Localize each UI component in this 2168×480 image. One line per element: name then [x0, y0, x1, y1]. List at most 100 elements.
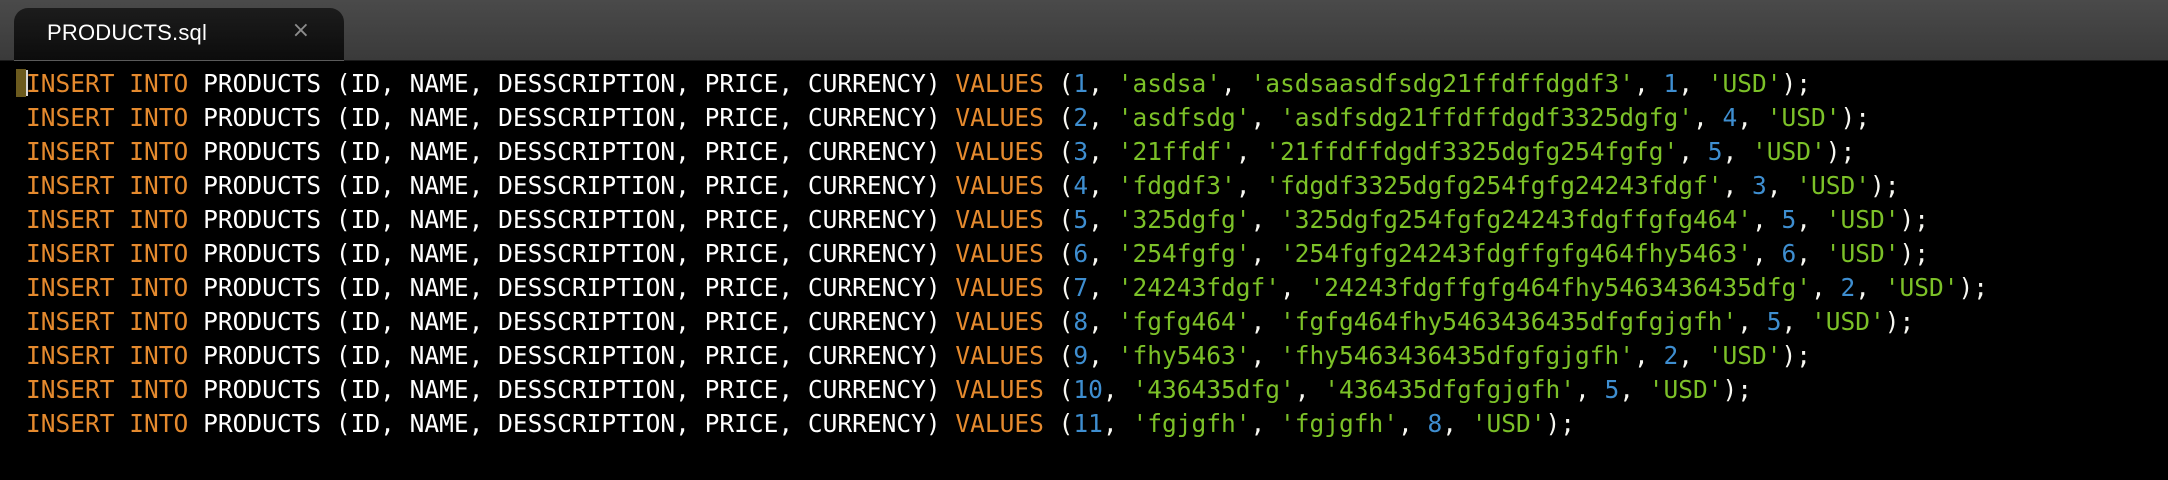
- value-currency: 'USD': [1825, 239, 1900, 268]
- keyword-values: VALUES: [955, 69, 1044, 98]
- code-line: INSERT INTO PRODUCTS (ID, NAME, DESSCRIP…: [26, 409, 1576, 438]
- table-name: PRODUCTS: [203, 103, 322, 132]
- value-id: 8: [1073, 307, 1089, 336]
- keyword-insert: INSERT: [26, 137, 115, 166]
- column-list: (ID, NAME, DESSCRIPTION, PRICE, CURRENCY…: [335, 375, 941, 404]
- code-line: INSERT INTO PRODUCTS (ID, NAME, DESSCRIP…: [26, 307, 1915, 336]
- keyword-values: VALUES: [955, 205, 1044, 234]
- table-name: PRODUCTS: [203, 205, 322, 234]
- value-description: '325dgfg254fgfg24243fdgffgfg464': [1279, 205, 1752, 234]
- keyword-insert: INSERT: [26, 409, 115, 438]
- code-line: INSERT INTO PRODUCTS (ID, NAME, DESSCRIP…: [26, 273, 1989, 302]
- table-name: PRODUCTS: [203, 137, 322, 166]
- code-line: INSERT INTO PRODUCTS (ID, NAME, DESSCRIP…: [26, 375, 1753, 404]
- close-icon[interactable]: ×: [292, 19, 310, 43]
- keyword-into: INTO: [129, 307, 189, 336]
- value-description: '436435dfgfgjgfh': [1324, 375, 1575, 404]
- table-name: PRODUCTS: [203, 341, 322, 370]
- value-name: 'fdgdf3': [1117, 171, 1236, 200]
- value-name: '325dgfg': [1117, 205, 1251, 234]
- current-line-marker: [16, 69, 26, 97]
- value-name: '254fgfg': [1117, 239, 1251, 268]
- tab-bar: PRODUCTS.sql ×: [0, 0, 2168, 61]
- value-name: '21ffdf': [1117, 137, 1236, 166]
- value-name: 'asdsa': [1117, 69, 1221, 98]
- keyword-values: VALUES: [955, 341, 1044, 370]
- value-id: 10: [1073, 375, 1103, 404]
- value-id: 1: [1073, 69, 1089, 98]
- sql-code[interactable]: INSERT INTO PRODUCTS (ID, NAME, DESSCRIP…: [26, 67, 1988, 441]
- code-editor[interactable]: INSERT INTO PRODUCTS (ID, NAME, DESSCRIP…: [0, 61, 2168, 480]
- value-currency: 'USD': [1884, 273, 1959, 302]
- value-price: 6: [1781, 239, 1797, 268]
- value-price: 4: [1722, 103, 1738, 132]
- value-price: 2: [1840, 273, 1856, 302]
- keyword-insert: INSERT: [26, 103, 115, 132]
- value-id: 3: [1073, 137, 1089, 166]
- value-price: 5: [1766, 307, 1782, 336]
- column-list: (ID, NAME, DESSCRIPTION, PRICE, CURRENCY…: [335, 341, 941, 370]
- column-list: (ID, NAME, DESSCRIPTION, PRICE, CURRENCY…: [335, 239, 941, 268]
- value-name: 'fgjgfh': [1132, 409, 1251, 438]
- keyword-values: VALUES: [955, 375, 1044, 404]
- value-id: 11: [1073, 409, 1103, 438]
- value-description: 'fgjgfh': [1279, 409, 1398, 438]
- value-currency: 'USD': [1796, 171, 1871, 200]
- keyword-insert: INSERT: [26, 205, 115, 234]
- keyword-insert: INSERT: [26, 171, 115, 200]
- value-price: 8: [1427, 409, 1443, 438]
- column-list: (ID, NAME, DESSCRIPTION, PRICE, CURRENCY…: [335, 137, 941, 166]
- keyword-into: INTO: [129, 239, 189, 268]
- keyword-into: INTO: [129, 273, 189, 302]
- value-description: '21ffdffdgdf3325dgfg254fgfg': [1265, 137, 1679, 166]
- value-description: 'fdgdf3325dgfg254fgfg24243fdgf': [1265, 171, 1723, 200]
- tab-products-sql[interactable]: PRODUCTS.sql ×: [14, 8, 344, 61]
- keyword-into: INTO: [129, 137, 189, 166]
- value-id: 9: [1073, 341, 1089, 370]
- keyword-into: INTO: [129, 103, 189, 132]
- code-line: INSERT INTO PRODUCTS (ID, NAME, DESSCRIP…: [26, 137, 1856, 166]
- value-description: 'asdfsdg21ffdffdgdf3325dgfg': [1279, 103, 1693, 132]
- table-name: PRODUCTS: [203, 273, 322, 302]
- keyword-into: INTO: [129, 375, 189, 404]
- keyword-values: VALUES: [955, 137, 1044, 166]
- keyword-into: INTO: [129, 171, 189, 200]
- keyword-values: VALUES: [955, 273, 1044, 302]
- value-name: 'fhy5463': [1117, 341, 1251, 370]
- table-name: PRODUCTS: [203, 375, 322, 404]
- value-price: 3: [1752, 171, 1767, 200]
- value-name: '436435dfg': [1132, 375, 1295, 404]
- value-currency: 'USD': [1766, 103, 1841, 132]
- keyword-insert: INSERT: [26, 375, 115, 404]
- table-name: PRODUCTS: [203, 171, 322, 200]
- table-name: PRODUCTS: [203, 239, 322, 268]
- value-currency: 'USD': [1707, 341, 1782, 370]
- column-list: (ID, NAME, DESSCRIPTION, PRICE, CURRENCY…: [335, 273, 941, 302]
- table-name: PRODUCTS: [203, 409, 322, 438]
- column-list: (ID, NAME, DESSCRIPTION, PRICE, CURRENCY…: [335, 103, 941, 132]
- value-id: 5: [1073, 205, 1089, 234]
- keyword-insert: INSERT: [26, 307, 115, 336]
- code-line: INSERT INTO PRODUCTS (ID, NAME, DESSCRIP…: [26, 103, 1871, 132]
- code-line: INSERT INTO PRODUCTS (ID, NAME, DESSCRIP…: [26, 239, 1930, 268]
- value-id: 2: [1073, 103, 1089, 132]
- keyword-values: VALUES: [955, 409, 1044, 438]
- keyword-values: VALUES: [955, 171, 1044, 200]
- value-price: 1: [1663, 69, 1679, 98]
- column-list: (ID, NAME, DESSCRIPTION, PRICE, CURRENCY…: [335, 69, 941, 98]
- value-id: 7: [1073, 273, 1089, 302]
- value-description: '254fgfg24243fdgffgfg464fhy5463': [1279, 239, 1752, 268]
- value-id: 4: [1073, 171, 1089, 200]
- value-name: 'asdfsdg': [1117, 103, 1251, 132]
- value-name: 'fgfg464': [1117, 307, 1251, 336]
- code-line: INSERT INTO PRODUCTS (ID, NAME, DESSCRIP…: [26, 341, 1812, 370]
- column-list: (ID, NAME, DESSCRIPTION, PRICE, CURRENCY…: [335, 307, 941, 336]
- keyword-insert: INSERT: [26, 273, 115, 302]
- column-list: (ID, NAME, DESSCRIPTION, PRICE, CURRENCY…: [335, 205, 941, 234]
- tab-title: PRODUCTS.sql: [47, 20, 208, 45]
- value-description: 'fgfg464fhy5463436435dfgfgjgfh': [1279, 307, 1738, 336]
- value-description: 'asdsaasdfsdg21ffdffdgdf3': [1250, 69, 1634, 98]
- value-price: 2: [1663, 341, 1679, 370]
- keyword-values: VALUES: [955, 103, 1044, 132]
- value-price: 5: [1604, 375, 1620, 404]
